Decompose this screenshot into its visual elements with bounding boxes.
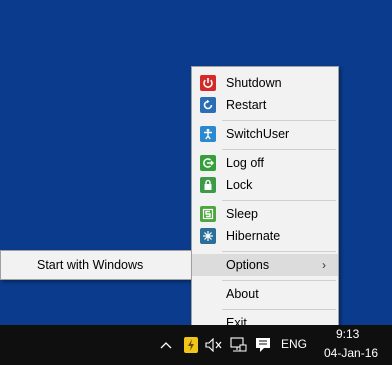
- menu-item-logoff[interactable]: Log off: [192, 152, 338, 174]
- power-icon: [200, 75, 216, 91]
- menu-item-options[interactable]: Options ›: [192, 254, 338, 276]
- volume-muted-icon[interactable]: [204, 325, 224, 365]
- menu-item-sleep[interactable]: Sleep: [192, 203, 338, 225]
- lock-icon: [200, 177, 216, 193]
- menu-item-switchuser[interactable]: SwitchUser: [192, 123, 338, 145]
- hibernate-icon: [200, 228, 216, 244]
- taskbar: ENG 9:13 04-Jan-16: [0, 325, 392, 365]
- clock-time[interactable]: 9:13: [336, 327, 359, 341]
- menu-separator: [222, 200, 336, 201]
- menu-item-hibernate[interactable]: Hibernate: [192, 225, 338, 247]
- show-hidden-icons-chevron-up-icon[interactable]: [158, 325, 174, 365]
- menu-separator: [222, 251, 336, 252]
- menu-item-about[interactable]: About: [192, 283, 338, 305]
- sleep-icon: [200, 206, 216, 222]
- menu-item-restart[interactable]: Restart: [192, 94, 338, 116]
- network-icon[interactable]: [229, 325, 249, 365]
- shutdown-context-menu: Shutdown Restart SwitchUser Log off Lock…: [191, 66, 339, 341]
- menu-separator: [222, 120, 336, 121]
- chevron-right-icon: ›: [322, 258, 326, 272]
- action-center-icon[interactable]: [253, 325, 273, 365]
- options-submenu: Start with Windows: [0, 250, 193, 280]
- clock-date[interactable]: 04-Jan-16: [324, 346, 378, 360]
- menu-separator: [222, 149, 336, 150]
- menu-separator: [222, 309, 336, 310]
- app-tray-lightning-icon[interactable]: [183, 325, 199, 365]
- person-icon: [200, 126, 216, 142]
- menu-item-lock[interactable]: Lock: [192, 174, 338, 196]
- language-indicator[interactable]: ENG: [281, 337, 307, 351]
- menu-item-shutdown[interactable]: Shutdown: [192, 72, 338, 94]
- start-with-windows-item[interactable]: Start with Windows: [37, 258, 143, 272]
- restart-icon: [200, 97, 216, 113]
- menu-separator: [222, 280, 336, 281]
- logoff-icon: [200, 155, 216, 171]
